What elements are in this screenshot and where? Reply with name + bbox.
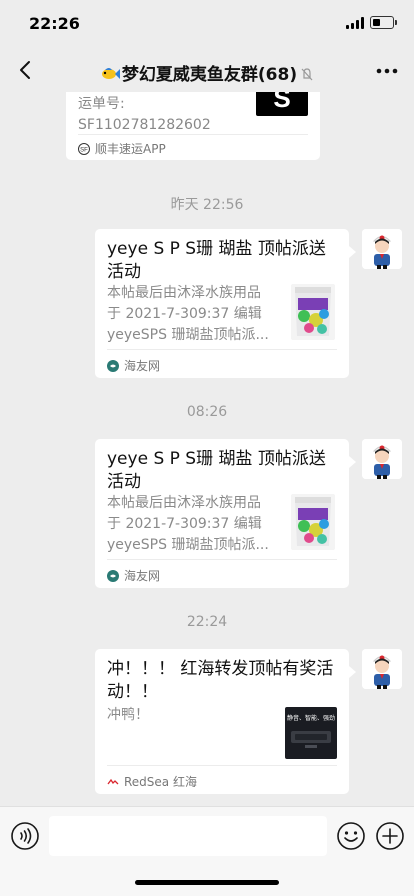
avatar[interactable]	[362, 229, 402, 269]
nav-bar: 梦幻夏威夷鱼友群(68)	[0, 48, 414, 92]
card-divider	[107, 349, 337, 350]
sf-logo: S	[256, 92, 308, 116]
card-desc-line1: 本帖最后由沐泽水族用品	[107, 495, 261, 511]
source-name: RedSea 红海	[124, 775, 197, 789]
link-card-1[interactable]: yeye S P S珊 瑚盐 顶帖派送活动 本帖最后由沐泽水族用品 于 2021…	[95, 229, 349, 378]
timestamp: 08:26	[186, 404, 228, 420]
fish-icon	[101, 68, 120, 79]
card-source: 海友网	[107, 567, 160, 584]
tracking-number: SF1102781282602	[78, 117, 211, 133]
bubble-tail	[349, 246, 356, 258]
timestamp: 22:24	[186, 614, 228, 630]
voice-icon[interactable]	[10, 821, 40, 851]
timestamp: 昨天 22:56	[170, 197, 244, 213]
card-desc-line3: yeyeSPS 珊瑚盐顶帖派...	[107, 537, 269, 553]
haiyou-icon	[107, 359, 119, 372]
home-indicator	[135, 880, 279, 885]
status-time: 22:26	[29, 14, 80, 33]
card-title: yeye S P S珊 瑚盐 顶帖派送活动	[107, 239, 326, 282]
bubble-tail	[349, 456, 356, 468]
sf-express-card[interactable]: 运单号: SF1102781282602 S SF 顺丰速运APP	[66, 92, 320, 160]
card-desc: 冲鸭！	[107, 707, 149, 723]
source-name: 海友网	[124, 569, 161, 583]
mute-icon	[301, 68, 313, 81]
signal-icon	[346, 17, 364, 29]
message-input[interactable]	[49, 816, 327, 856]
chat-title-text: 梦幻夏威夷鱼友群(68)	[121, 65, 298, 85]
link-card-2[interactable]: yeye S P S珊 瑚盐 顶帖派送活动 本帖最后由沐泽水族用品 于 2021…	[95, 439, 349, 588]
sf-logo-letter: S	[273, 92, 291, 113]
card-desc-line2: 于 2021-7-309:37 编辑	[107, 306, 262, 322]
card-desc-line2: 于 2021-7-309:37 编辑	[107, 516, 262, 532]
bubble-tail	[349, 666, 356, 678]
haiyou-icon	[107, 569, 119, 582]
source-name: 海友网	[124, 359, 161, 373]
chat-title: 梦幻夏威夷鱼友群(68)	[0, 60, 414, 85]
card-title: yeye S P S珊 瑚盐 顶帖派送活动	[107, 449, 326, 492]
source-name: 顺丰速运APP	[95, 142, 166, 156]
redsea-thumbnail: 静音、智能、强劲	[285, 707, 337, 759]
card-source: 海友网	[107, 357, 160, 374]
link-card-3[interactable]: 冲！！！ 红海转发顶帖有奖活动！！ 冲鸭！ 静音、智能、强劲 RedSea 红海	[95, 649, 349, 794]
card-source: SF 顺丰速运APP	[78, 140, 166, 157]
salt-bucket-thumbnail	[291, 494, 335, 550]
card-title: 冲！！！ 红海转发顶帖有奖活动！！	[107, 659, 334, 702]
sf-app-icon: SF	[78, 142, 90, 155]
card-desc-line1: 本帖最后由沐泽水族用品	[107, 285, 261, 301]
avatar[interactable]	[362, 439, 402, 479]
card-desc-line3: yeyeSPS 珊瑚盐顶帖派...	[107, 327, 269, 343]
card-divider	[107, 765, 337, 766]
status-bar: 22:26	[0, 0, 414, 48]
emoji-icon[interactable]	[336, 821, 366, 851]
battery-level	[372, 18, 380, 26]
plus-icon[interactable]	[375, 821, 405, 851]
card-divider	[78, 134, 308, 135]
chat-messages[interactable]: 运单号: SF1102781282602 S SF 顺丰速运APP 昨天 22:…	[0, 92, 414, 806]
card-source: RedSea 红海	[107, 773, 197, 790]
card-divider	[107, 559, 337, 560]
avatar[interactable]	[362, 649, 402, 689]
svg-text:SF: SF	[80, 147, 88, 153]
salt-bucket-thumbnail	[291, 284, 335, 340]
redsea-icon	[107, 775, 119, 788]
more-icon[interactable]	[376, 68, 398, 74]
battery-icon	[370, 16, 397, 29]
tracking-label: 运单号:	[78, 96, 125, 112]
